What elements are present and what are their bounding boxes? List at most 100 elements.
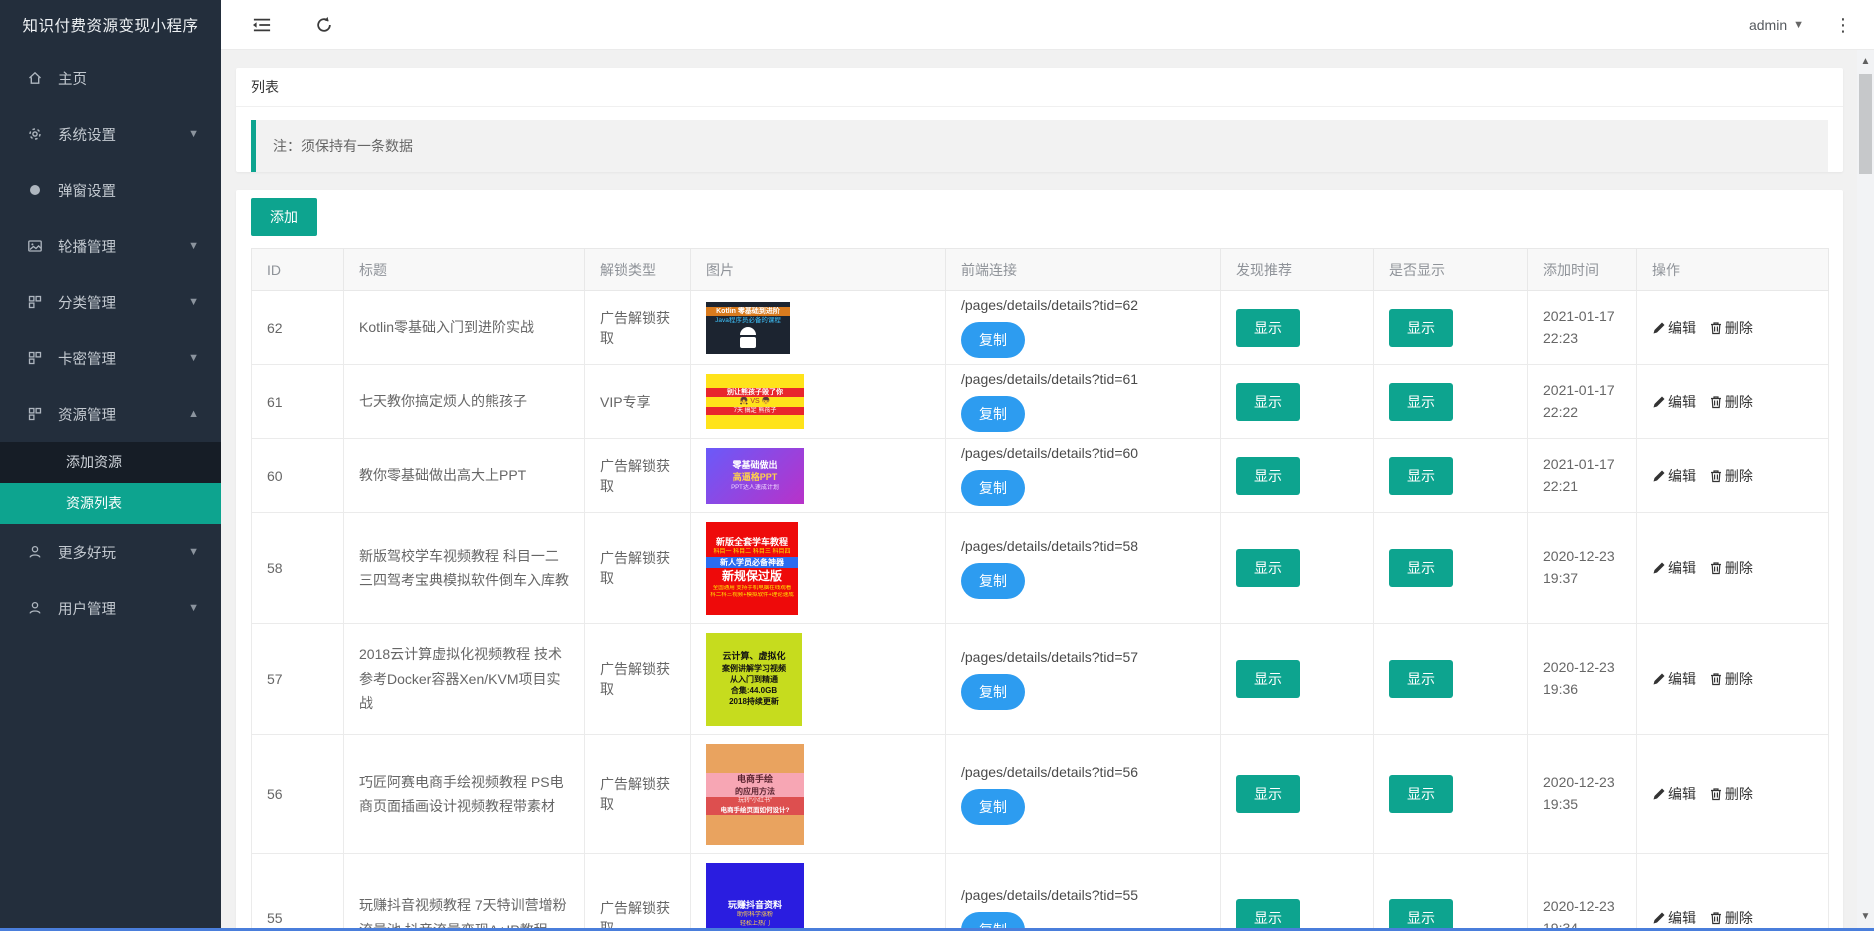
visible-toggle-button[interactable]: 显示 — [1389, 775, 1453, 813]
edit-button[interactable]: 编辑 — [1652, 908, 1696, 928]
visible-toggle-button[interactable]: 显示 — [1389, 457, 1453, 495]
scrollbar-thumb[interactable] — [1859, 74, 1872, 174]
vertical-scrollbar[interactable]: ▲ ▼ — [1857, 50, 1874, 931]
edit-button[interactable]: 编辑 — [1652, 558, 1696, 578]
row-image-cell: 别让熊孩子毁了你👧 VS 👦7天 搞定 熊孩子 — [691, 365, 946, 439]
delete-button[interactable]: 删除 — [1709, 558, 1753, 578]
sidebar-item-user-management[interactable]: 用户管理 ▼ — [0, 580, 221, 636]
collapse-sidebar-icon[interactable] — [250, 15, 274, 35]
sidebar-item-label: 分类管理 — [58, 292, 116, 313]
sidebar: 知识付费资源变现小程序 主页 系统设置 ▼ 弹窗设置 轮播管理 ▼ 分类管理 ▼… — [0, 0, 221, 931]
delete-button[interactable]: 删除 — [1709, 318, 1753, 338]
delete-button[interactable]: 删除 — [1709, 466, 1753, 486]
row-id: 60 — [252, 439, 344, 513]
thumbnail-text: 从入门到精通 — [706, 674, 802, 685]
copy-button[interactable]: 复制 — [961, 674, 1025, 710]
sidebar-item-home[interactable]: 主页 — [0, 50, 221, 106]
edit-button[interactable]: 编辑 — [1652, 669, 1696, 689]
row-time: 2020-12-23 19:35 — [1528, 735, 1637, 854]
column-header: 解锁类型 — [585, 249, 691, 291]
add-button[interactable]: 添加 — [251, 198, 317, 236]
row-link: /pages/details/details?tid=57 — [961, 649, 1205, 665]
user-icon — [26, 543, 44, 561]
discover-toggle-button[interactable]: 显示 — [1236, 383, 1300, 421]
trash-icon — [1709, 672, 1723, 686]
copy-button[interactable]: 复制 — [961, 563, 1025, 599]
row-image-cell: 零基础做出高逼格PPTPPT达人速成计划 — [691, 439, 946, 513]
sidebar-item-popup-settings[interactable]: 弹窗设置 — [0, 162, 221, 218]
discover-toggle-button[interactable]: 显示 — [1236, 660, 1300, 698]
more-options-icon[interactable]: ⋮ — [1834, 16, 1852, 34]
row-link: /pages/details/details?tid=62 — [961, 297, 1205, 313]
delete-button[interactable]: 删除 — [1709, 669, 1753, 689]
visible-toggle-button[interactable]: 显示 — [1389, 549, 1453, 587]
sidebar-subitem-add-resource[interactable]: 添加资源 — [0, 442, 221, 483]
home-icon — [26, 69, 44, 87]
pencil-icon — [1652, 321, 1666, 335]
edit-button[interactable]: 编辑 — [1652, 466, 1696, 486]
copy-button[interactable]: 复制 — [961, 322, 1025, 358]
sidebar-item-label: 系统设置 — [58, 124, 116, 145]
row-unlock-type: 广告解锁获取 — [585, 291, 691, 365]
sidebar-item-resource-management[interactable]: 资源管理 ▲ — [0, 386, 221, 442]
sidebar-item-card-key-management[interactable]: 卡密管理 ▼ — [0, 330, 221, 386]
copy-button[interactable]: 复制 — [961, 396, 1025, 432]
edit-button[interactable]: 编辑 — [1652, 392, 1696, 412]
trash-icon — [1709, 911, 1723, 925]
table-row: 55 玩赚抖音视频教程 7天特训营增粉流量池 抖音流量变现A+IP教程 广告解锁… — [252, 854, 1829, 931]
visible-toggle-button[interactable]: 显示 — [1389, 660, 1453, 698]
edit-button[interactable]: 编辑 — [1652, 318, 1696, 338]
row-id: 58 — [252, 513, 344, 624]
scroll-up-arrow-icon[interactable]: ▲ — [1857, 53, 1874, 70]
row-actions: 编辑 删除 — [1637, 365, 1829, 439]
row-id: 55 — [252, 854, 344, 931]
thumbnail-text: 云计算、虚拟化 — [706, 650, 802, 663]
sidebar-item-system-settings[interactable]: 系统设置 ▼ — [0, 106, 221, 162]
sidebar-item-label: 资源管理 — [58, 404, 116, 425]
table-row: 62 Kotlin零基础入门到进阶实战 广告解锁获取 Kotlin 零基础到进阶… — [252, 291, 1829, 365]
row-actions: 编辑 删除 — [1637, 735, 1829, 854]
delete-button[interactable]: 删除 — [1709, 908, 1753, 928]
row-id: 57 — [252, 624, 344, 735]
sidebar-item-category-management[interactable]: 分类管理 ▼ — [0, 274, 221, 330]
list-panel: 列表 注：须保持有一条数据 — [236, 68, 1843, 172]
row-link-cell: /pages/details/details?tid=61 复制 — [946, 365, 1221, 439]
edit-button[interactable]: 编辑 — [1652, 784, 1696, 804]
discover-toggle-button[interactable]: 显示 — [1236, 775, 1300, 813]
discover-toggle-button[interactable]: 显示 — [1236, 309, 1300, 347]
refresh-icon[interactable] — [312, 15, 336, 35]
scroll-down-arrow-icon[interactable]: ▼ — [1857, 908, 1874, 925]
sidebar-item-more-fun[interactable]: 更多好玩 ▼ — [0, 524, 221, 580]
visible-toggle-button[interactable]: 显示 — [1389, 899, 1453, 931]
sidebar-subitem-label: 添加资源 — [66, 454, 122, 470]
thumbnail-text: 科二科三视频+模拟软件+理论速成 — [706, 592, 798, 600]
visible-toggle-button[interactable]: 显示 — [1389, 383, 1453, 421]
delete-button[interactable]: 删除 — [1709, 392, 1753, 412]
chevron-icon: ▼ — [188, 546, 199, 558]
thumbnail-text: 电商手绘页面如何设计? — [706, 806, 804, 815]
thumbnail-text: 玩赚抖音资料 — [706, 899, 804, 912]
row-unlock-type: 广告解锁获取 — [585, 624, 691, 735]
row-unlock-type: 广告解锁获取 — [585, 735, 691, 854]
sidebar-item-carousel-management[interactable]: 轮播管理 ▼ — [0, 218, 221, 274]
discover-toggle-button[interactable]: 显示 — [1236, 899, 1300, 931]
image-icon — [26, 237, 44, 255]
table-row: 57 2018云计算虚拟化视频教程 技术参考Docker容器Xen/KVM项目实… — [252, 624, 1829, 735]
visible-toggle-button[interactable]: 显示 — [1389, 309, 1453, 347]
sidebar-subitem-resource-list[interactable]: 资源列表 — [0, 483, 221, 524]
thumbnail-text: 高逼格PPT — [706, 471, 804, 484]
row-unlock-type: 广告解锁获取 — [585, 439, 691, 513]
row-image-cell: 新版全套学车教程科目一 科目二 科目三 科目四新人学员必备神器新规保过版全国通用… — [691, 513, 946, 624]
copy-button[interactable]: 复制 — [961, 789, 1025, 825]
discover-toggle-button[interactable]: 显示 — [1236, 457, 1300, 495]
column-header: 图片 — [691, 249, 946, 291]
discover-toggle-button[interactable]: 显示 — [1236, 549, 1300, 587]
row-title: Kotlin零基础入门到进阶实战 — [344, 291, 585, 365]
row-link-cell: /pages/details/details?tid=55 复制 — [946, 854, 1221, 931]
delete-button[interactable]: 删除 — [1709, 784, 1753, 804]
row-link-cell: /pages/details/details?tid=56 复制 — [946, 735, 1221, 854]
user-menu[interactable]: admin ▼ — [1749, 17, 1804, 33]
row-id: 62 — [252, 291, 344, 365]
copy-button[interactable]: 复制 — [961, 470, 1025, 506]
row-thumbnail: 玩赚抖音资料助你科学涨粉轻松上热门抖音资源变现 — [706, 863, 804, 931]
